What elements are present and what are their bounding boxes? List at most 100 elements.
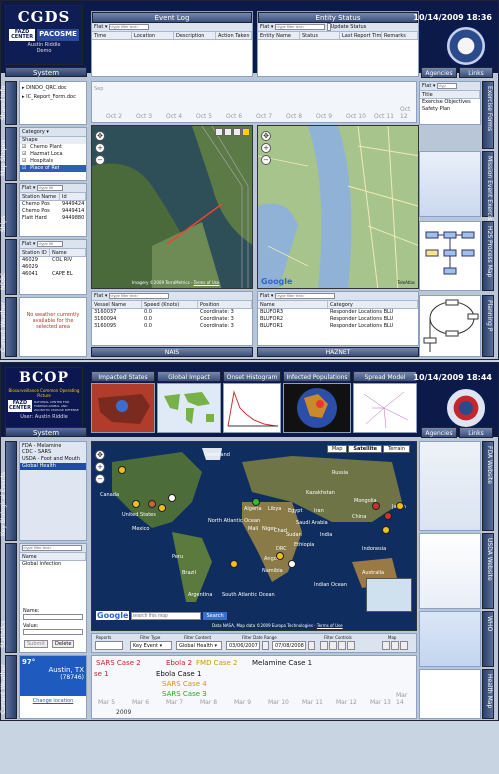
world-map-nav[interactable]: ✥ + −	[95, 450, 109, 486]
terms-link[interactable]: Terms of Use	[194, 280, 220, 285]
map-type-terrain[interactable]: Terrain	[383, 445, 410, 453]
zoom-in-icon[interactable]: +	[95, 462, 105, 472]
col-station-name[interactable]: Station Name	[20, 193, 60, 200]
col-station-id[interactable]: Station ID	[20, 249, 50, 256]
filter-content-select[interactable]: Global Health ▾	[176, 641, 222, 650]
zoom-map-icon[interactable]	[382, 641, 390, 650]
col-vessel[interactable]: Vessel Name	[92, 301, 142, 308]
col-title[interactable]: Title	[420, 91, 480, 98]
planning-p-thumbnail[interactable]	[419, 295, 481, 357]
left-map[interactable]: ✥ + − Imagery ©2009 TerraMetrics - Terms o…	[91, 125, 253, 289]
entity-filter[interactable]: Flat	[260, 24, 269, 30]
biohazard-marker-icon[interactable]	[384, 512, 392, 520]
shape-item-selected[interactable]: ☑ Place of Ref	[20, 165, 86, 172]
tab-usda-website[interactable]: USDA Website	[482, 533, 494, 609]
biohazard-marker-icon[interactable]	[252, 498, 260, 506]
mission-doc-thumbnail[interactable]	[419, 151, 481, 217]
col-category[interactable]: Category	[328, 301, 418, 308]
biohazard-marker-icon[interactable]	[158, 504, 166, 512]
overview-map[interactable]	[366, 578, 412, 612]
stats-search[interactable]	[22, 544, 82, 551]
who-website-thumbnail[interactable]	[419, 611, 481, 667]
haznet-tab[interactable]: HAZNET	[257, 347, 419, 357]
biohazard-marker-icon[interactable]	[276, 552, 284, 560]
apply-filter-icon[interactable]	[320, 641, 328, 650]
map-type-satellite[interactable]: Satellite	[348, 445, 383, 453]
tab-exercise-forms[interactable]: Exercise Forms	[482, 81, 494, 149]
tab-impacted-states[interactable]: Impacted States	[91, 371, 155, 382]
event-log-filter[interactable]: Flat	[94, 24, 103, 30]
timeline-event[interactable]: se 1	[94, 670, 109, 678]
table-row[interactable]: 46029 COL RIV	[20, 257, 86, 264]
table-row[interactable]: BLUFOR3 Responder Locations BLU	[258, 309, 418, 316]
spread-model-thumbnail[interactable]	[353, 383, 417, 433]
nais-tab[interactable]: NAIS	[91, 347, 253, 357]
table-row[interactable]: Chemo Pos 9449424	[20, 201, 86, 208]
timeline-event[interactable]: SARS Case 3	[162, 690, 207, 698]
map-type-map[interactable]: Map	[326, 445, 348, 453]
timeline-event[interactable]: FMD Case 2	[196, 659, 238, 667]
layers-icon[interactable]	[391, 641, 399, 650]
tab-current-weather[interactable]: Current Weather	[0, 655, 17, 719]
zoom-out-icon[interactable]: −	[95, 155, 105, 165]
event-timeline[interactable]: SARS Case 2 Ebola 2 FMD Case 2 Melamine …	[91, 655, 417, 719]
change-location-link[interactable]: Change location	[20, 696, 86, 704]
col-time[interactable]: Time	[92, 32, 132, 39]
system-menu[interactable]: System	[5, 67, 87, 77]
shape-item[interactable]: ☑ Hospitals	[20, 158, 86, 165]
list-item[interactable]: Exercise Objectives	[420, 99, 480, 106]
impacted-states-thumbnail[interactable]	[91, 383, 155, 433]
zoom-out-icon[interactable]: −	[95, 474, 105, 484]
fullscreen-icon[interactable]	[400, 641, 408, 650]
col-last-report[interactable]: Last Report Time	[340, 32, 382, 39]
reports-icon[interactable]	[95, 641, 123, 650]
col-name[interactable]: Name	[50, 249, 86, 256]
list-item[interactable]: FDA - Melamine	[20, 442, 86, 449]
ndbc-search[interactable]	[37, 240, 63, 247]
delete-button[interactable]: Delete	[52, 640, 75, 648]
tab-planning-p[interactable]: Planning P	[482, 295, 494, 357]
tab-mission-event[interactable]: Mission Event Exercise	[482, 151, 494, 224]
timeline-event[interactable]: Ebola Case 1	[156, 670, 201, 678]
timeline-event[interactable]: Melamine Case 1	[252, 659, 312, 667]
zoom-in-icon[interactable]: +	[95, 143, 105, 153]
health-map-thumbnail[interactable]	[419, 669, 481, 719]
fda-website-thumbnail[interactable]	[419, 441, 481, 531]
process-map-thumbnail[interactable]	[419, 221, 481, 291]
pan-icon[interactable]: ✥	[95, 131, 105, 141]
infected-populations-thumbnail[interactable]	[283, 383, 351, 433]
table-row[interactable]: Chemo Pos 9449414	[20, 208, 86, 215]
right-map-nav[interactable]: ✥ + −	[261, 131, 275, 167]
biohazard-marker-icon[interactable]	[372, 502, 380, 510]
shared-file-item[interactable]: ▸ DINDO_QRC.doc	[20, 82, 86, 94]
forms-search[interactable]	[437, 82, 457, 89]
col-position[interactable]: Position	[198, 301, 252, 308]
tab-infected-populations[interactable]: Infected Populations	[283, 371, 351, 382]
shape-item[interactable]: ☑ Chemo Plant	[20, 144, 86, 151]
pan-icon[interactable]: ✥	[261, 131, 271, 141]
table-row[interactable]: 3160095 0.0 Coordinate: 3	[92, 323, 252, 330]
col-status[interactable]: Status	[300, 32, 340, 39]
usda-website-thumbnail[interactable]	[419, 533, 481, 609]
map-search-button[interactable]: Search	[203, 611, 227, 620]
tab-process-map[interactable]: H2S Process Map	[482, 221, 494, 291]
timeline-event[interactable]: SARS Case 2	[96, 659, 141, 667]
calendar-icon[interactable]	[262, 641, 269, 650]
terms-link[interactable]: Terms of Use	[317, 623, 343, 628]
system-menu[interactable]: System	[5, 427, 87, 437]
list-item[interactable]: Global infection	[20, 561, 86, 568]
zoom-out-icon[interactable]: −	[261, 155, 271, 165]
world-map[interactable]: ✥ + − Map Satellite Terrain Canada United …	[91, 441, 417, 631]
table-row[interactable]: 46041 CAPE EL	[20, 271, 86, 278]
map-search-input[interactable]	[131, 611, 202, 620]
col-entity-name[interactable]: Entity Name	[258, 32, 300, 39]
pan-icon[interactable]: ✥	[95, 450, 105, 460]
refresh-icon[interactable]	[338, 641, 346, 650]
draw-tool-icon[interactable]	[224, 128, 232, 136]
col-remarks[interactable]: Remarks	[382, 32, 418, 39]
table-row[interactable]: 3160094 0.0 Coordinate: 3	[92, 316, 252, 323]
shape-item[interactable]: ☑ Hazmat Loca	[20, 151, 86, 158]
biohazard-marker-icon[interactable]	[382, 526, 390, 534]
list-item[interactable]: CDC - SARS	[20, 449, 86, 456]
ships-filter[interactable]: Flat	[22, 185, 31, 191]
